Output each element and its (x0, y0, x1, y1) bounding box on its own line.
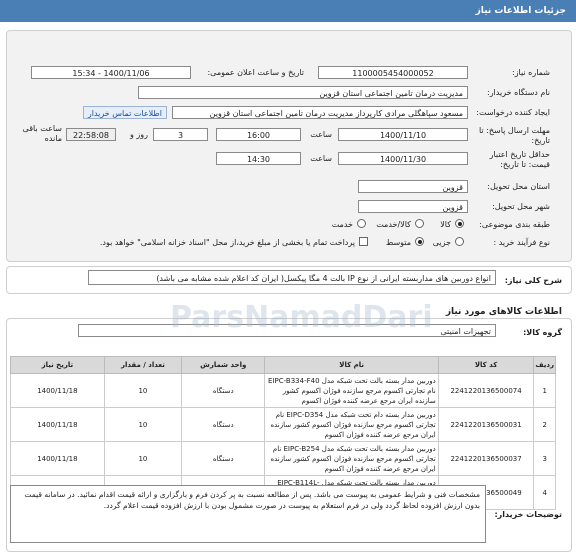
category-radio-goods-service[interactable] (415, 219, 424, 228)
goods-group-label: گروه کالا: (523, 328, 562, 337)
announce-label: تاریخ و ساعت اعلان عمومی: (207, 68, 304, 77)
cell-code: 2241220136500037 (437, 441, 535, 476)
validity-time-field: 14:30 (216, 152, 301, 165)
category-option-goods: کالا (440, 220, 451, 229)
buyer-field: مدیریت درمان تامین اجتماعی استان قزوین (138, 86, 468, 99)
cell-code: 2241220136500031 (437, 407, 535, 442)
col-header-qty: تعداد / مقدار (103, 356, 183, 374)
goods-section-title: اطلاعات کالاهای مورد نیاز (445, 307, 562, 317)
purchase-radio-medium[interactable] (415, 237, 424, 246)
col-header-unit: واحد شمارش (181, 356, 266, 374)
cell-row: 1 (533, 373, 556, 408)
page-title-bar: جزئیات اطلاعات نیاز (0, 0, 576, 22)
treasury-text: پرداخت تمام یا بخشی از مبلغ خرید،از محل … (99, 238, 355, 247)
cell-unit: دستگاه (181, 441, 266, 476)
days-word: روز و (130, 130, 148, 139)
col-header-date: تاریخ نیاز (10, 356, 105, 374)
creator-field: مسعود سپاهگلی مرادی کارپرداز مدیریت درما… (172, 106, 468, 119)
deadline-label: مهلت ارسال پاسخ: تا تاریخ: (478, 126, 550, 145)
goods-table-header: ردیف کد کالا نام کالا واحد شمارش تعداد /… (10, 356, 556, 374)
creator-label: ایجاد کننده درخواست: (476, 108, 550, 117)
cell-row: 4 (533, 475, 556, 510)
category-option-goods-service: کالا/خدمت (376, 220, 411, 229)
province-field: قزوین (358, 180, 468, 193)
cell-name: دوربین مدار بسته بالت تحت شبکه مدل EIPC-… (264, 373, 439, 408)
cell-row: 2 (533, 407, 556, 442)
category-label: طبقه بندی موضوعی: (479, 220, 550, 229)
purchase-radio-minor[interactable] (455, 237, 464, 246)
remaining-time-field: 22:58:08 (66, 128, 116, 141)
table-row: 2 2241220136500031 دوربین مدار بسته دام … (10, 407, 556, 442)
announce-field: 1400/11/06 - 15:34 (31, 66, 191, 79)
notes-label: توضیحات خریدار: (494, 510, 562, 519)
watermark-text: ParsNamadDari (170, 300, 433, 335)
category-radio-goods[interactable] (455, 219, 464, 228)
cell-qty: 10 (103, 407, 183, 442)
need-number-field: 1100005454000052 (318, 66, 468, 79)
cell-qty: 10 (103, 441, 183, 476)
summary-field: انواع دوربین های مداربسته ایرانی از نوع … (88, 270, 496, 285)
deadline-time-word: ساعت (310, 130, 332, 139)
cell-date: 1400/11/18 (10, 407, 105, 442)
cell-unit: دستگاه (181, 373, 266, 408)
days-field: 3 (153, 128, 208, 141)
category-option-service: خدمت (331, 220, 353, 229)
purchase-option-medium: متوسط (385, 238, 411, 247)
validity-label: حداقل تاریخ اعتبار قیمت: تا تاریخ: (489, 150, 550, 169)
purchase-type-label: نوع فرآیند خرید : (493, 238, 550, 247)
city-field: قزوین (358, 200, 468, 213)
cell-name: دوربین مدار بسته بالت تحت شبکه مدل EIPC-… (264, 441, 439, 476)
cell-date: 1400/11/18 (10, 373, 105, 408)
table-row: 3 2241220136500037 دوربین مدار بسته بالت… (10, 441, 556, 476)
cell-code: 2241220136500074 (437, 373, 535, 408)
category-radio-service[interactable] (357, 219, 366, 228)
table-row: 1 2241220136500074 دوربین مدار بسته بالت… (10, 373, 556, 408)
summary-label: شرح کلی نیاز: (504, 276, 562, 285)
notes-field: مشخصات فنی و شرایط عمومی به پیوست می باش… (10, 485, 486, 543)
deadline-date-field: 1400/11/10 (338, 128, 468, 141)
page-title: جزئیات اطلاعات نیاز (475, 6, 566, 16)
validity-time-word: ساعت (310, 154, 332, 163)
col-header-row: ردیف (533, 356, 556, 374)
remaining-word: ساعت باقی مانده (22, 124, 62, 143)
city-label: شهر محل تحویل: (492, 202, 550, 211)
purchase-option-minor: جزیی (432, 238, 451, 247)
validity-date-field: 1400/11/30 (338, 152, 468, 165)
cell-row: 3 (533, 441, 556, 476)
col-header-code: کد کالا (437, 356, 535, 374)
province-label: استان محل تحویل: (487, 182, 550, 191)
cell-qty: 10 (103, 373, 183, 408)
buyer-label: نام دستگاه خریدار: (487, 88, 550, 97)
need-number-label: شماره نیاز: (512, 68, 550, 77)
buyer-contact-link[interactable]: اطلاعات تماس خریدار (82, 106, 167, 119)
cell-unit: دستگاه (181, 407, 266, 442)
treasury-checkbox[interactable] (359, 237, 368, 246)
cell-name: دوربین مدار بسته دام تحت شبکه مدل EIPC-D… (264, 407, 439, 442)
deadline-time-field: 16:00 (216, 128, 301, 141)
col-header-name: نام کالا (264, 356, 439, 374)
cell-date: 1400/11/18 (10, 441, 105, 476)
